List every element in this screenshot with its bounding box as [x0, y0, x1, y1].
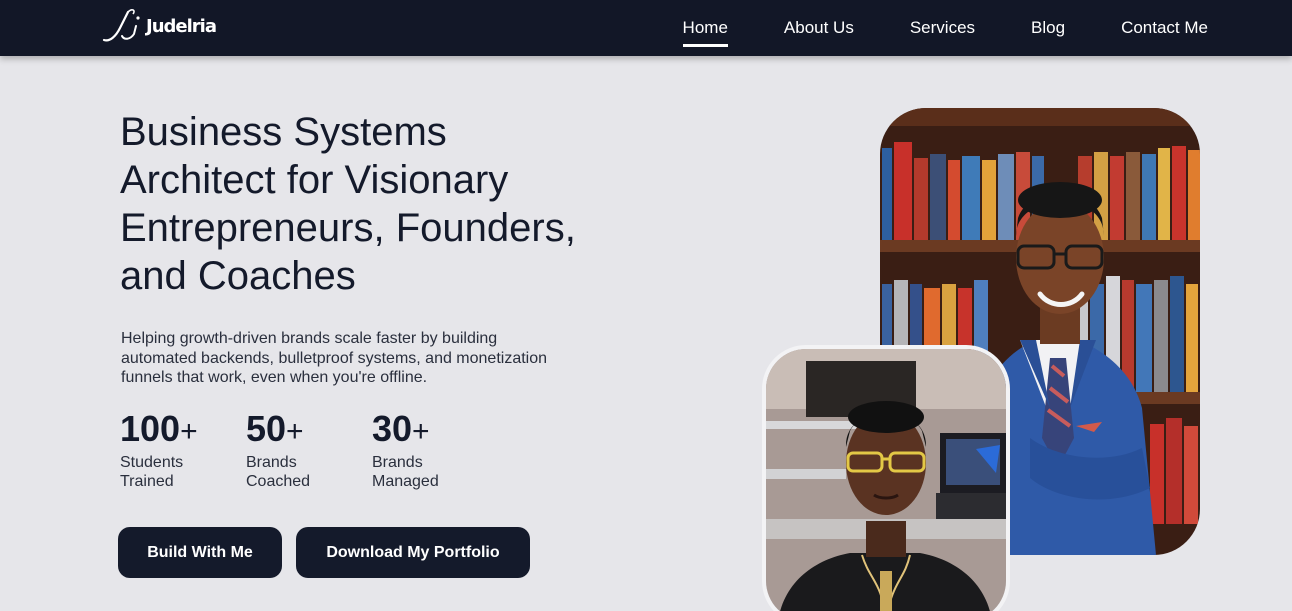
hero-title-line: Business Systems [120, 110, 447, 154]
hero-title-line: Architect for Visionary [120, 158, 509, 202]
stat-label-line: Students [120, 454, 184, 471]
logo-icon [102, 9, 140, 42]
stat-label-line: Trained [120, 473, 174, 490]
stat-label: Brands Managed [372, 453, 462, 491]
stat-label-line: Brands [372, 454, 423, 471]
nav-contact-me[interactable]: Contact Me [1121, 18, 1208, 38]
nav-blog[interactable]: Blog [1031, 18, 1065, 38]
stat-value: 30+ [372, 408, 462, 453]
stat-suffix: + [412, 415, 430, 448]
hero-subtitle-line: funnels that work, even when you're offl… [121, 369, 428, 386]
stat-number: 30 [372, 408, 413, 449]
stat-label: Students Trained [120, 453, 210, 491]
stat-suffix: + [286, 415, 304, 448]
stat-brands-coached: 50+ Brands Coached [246, 408, 336, 491]
hero-subtitle-line: automated backends, bulletproof systems,… [121, 349, 548, 367]
stat-label-line: Managed [372, 473, 439, 490]
download-portfolio-button[interactable]: Download My Portfolio [296, 527, 530, 578]
stat-label: Brands Coached [246, 453, 336, 491]
stat-label-line: Brands [246, 454, 297, 471]
stat-value: 50+ [246, 408, 336, 453]
hero-title-line: Entrepreneurs, Founders, [120, 206, 576, 250]
stat-value: 100+ [120, 408, 210, 453]
hero-title: Business Systems Architect for Visionary… [120, 108, 680, 300]
stat-label-line: Coached [246, 473, 311, 490]
stat-brands-managed: 30+ Brands Managed [372, 408, 462, 491]
stat-students-trained: 100+ Students Trained [120, 408, 210, 491]
hero-title-line: and Coaches [120, 254, 356, 298]
build-with-me-button[interactable]: Build With Me [118, 527, 282, 578]
site-logo[interactable]: Judelria [100, 6, 217, 46]
logo-wordmark: Judelria [146, 15, 217, 37]
top-navbar: Judelria Home About Us Services Blog Con… [0, 0, 1292, 56]
portrait-glasses-image [766, 349, 1006, 611]
nav-services[interactable]: Services [910, 18, 975, 38]
hero-subtitle-line: Helping growth-driven brands scale faste… [121, 330, 498, 347]
stat-number: 100 [120, 408, 181, 449]
main-nav: Home About Us Services Blog Contact Me [682, 0, 1208, 56]
hero-subtitle: Helping growth-driven brands scale faste… [121, 329, 631, 388]
stats-row: 100+ Students Trained 50+ Brands Coached 3… [120, 408, 492, 491]
nav-home[interactable]: Home [682, 18, 729, 47]
stat-suffix: + [180, 415, 198, 448]
nav-about-us[interactable]: About Us [784, 18, 854, 38]
stat-number: 50 [246, 408, 287, 449]
portrait-photo-small [762, 345, 1010, 611]
